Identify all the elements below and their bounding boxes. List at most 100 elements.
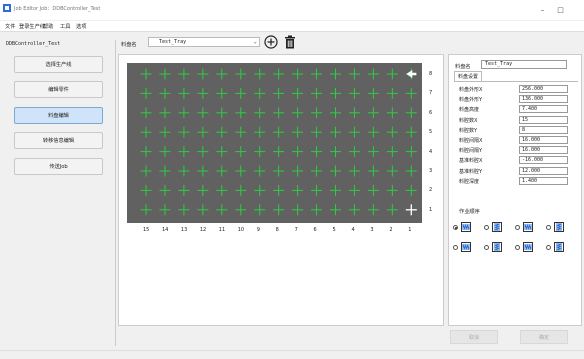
work-order-snake-row-icon[interactable] <box>554 222 564 232</box>
tray-cavity-marker <box>330 87 341 99</box>
tray-cavity-marker <box>330 184 341 196</box>
tray-cavity-marker <box>273 126 285 138</box>
tray-cavity-marker <box>140 87 152 99</box>
tray-column-label: 7 <box>294 227 298 233</box>
tray-cavity-marker <box>367 107 379 119</box>
param-value-field[interactable]: -16.000 <box>519 156 568 165</box>
tray-cavity-marker <box>159 146 171 158</box>
tray-cavity-marker <box>292 68 304 80</box>
menu-tools[interactable]: 工具 <box>60 23 70 30</box>
job-name: DDBController_Test <box>6 41 61 47</box>
tray-cavity-marker <box>235 87 247 99</box>
tray-cavity-marker <box>254 87 266 99</box>
tray-cavity-marker <box>216 87 228 99</box>
param-value-field[interactable]: 12.000 <box>519 166 568 175</box>
tray-canvas[interactable] <box>127 63 422 223</box>
tray-cavity-marker <box>178 87 190 99</box>
tray-cavity-marker <box>216 146 228 158</box>
menu-help[interactable]: 帮助 <box>43 23 53 30</box>
work-order-snake-col-alt-icon[interactable] <box>523 242 533 252</box>
work-order-zigzag-col-icon[interactable] <box>523 222 533 232</box>
work-order-radio[interactable] <box>484 245 489 250</box>
tray-column-label: 9 <box>256 227 260 233</box>
tray-cavity-marker <box>254 165 266 177</box>
nav-tray-edit-button[interactable]: 料盘编辑 <box>14 107 103 124</box>
tray-cavity-marker <box>330 146 341 158</box>
tray-cavity-marker <box>405 184 417 196</box>
param-value-field[interactable]: 16.000 <box>519 146 568 155</box>
confirm-button[interactable]: 确定 <box>520 330 568 344</box>
tray-cavity-marker <box>216 165 228 177</box>
tray-cavity-marker <box>159 126 171 138</box>
tray-cavity-marker <box>273 68 285 80</box>
tray-cavity-marker <box>386 204 398 216</box>
menu-login-line[interactable]: 登录生产线 <box>19 23 45 30</box>
tray-name-label: 料盘名 <box>121 42 137 48</box>
tray-cavity-marker <box>254 146 266 158</box>
param-label: 料腔间隔Y <box>459 148 483 155</box>
tray-cavity-marker <box>235 165 247 177</box>
tray-cavity-marker <box>254 126 266 138</box>
param-value-field[interactable]: 16.000 <box>519 136 568 144</box>
param-value-field[interactable]: 1.400 <box>519 176 568 185</box>
work-order-snake-col-icon[interactable] <box>461 222 471 232</box>
work-order-radio[interactable] <box>453 225 458 230</box>
tray-cavity-marker <box>367 87 379 99</box>
tray-column-label: 13 <box>180 227 188 233</box>
work-order-radio[interactable] <box>546 245 551 250</box>
tray-cavity-marker <box>235 68 247 80</box>
param-value-field[interactable]: 15 <box>519 115 568 124</box>
work-order-radio[interactable] <box>515 245 520 250</box>
minimize-button[interactable]: – <box>538 7 547 14</box>
work-order-radio[interactable] <box>484 225 489 230</box>
tray-cavity-marker <box>197 87 209 99</box>
tray-cavity-marker <box>367 146 379 158</box>
param-value-field[interactable]: 8 <box>519 125 568 134</box>
work-order-label: 作业顺序 <box>459 209 480 215</box>
tab-tray-settings[interactable]: 料盘设置 <box>454 71 482 81</box>
work-order-zigzag-row-alt-icon[interactable] <box>554 242 564 252</box>
maximize-button[interactable]: □ <box>556 7 565 14</box>
tray-cavity-marker <box>235 184 247 196</box>
tray-cavity-marker <box>330 204 341 216</box>
tray-select[interactable]: Test_Tray ⌄ <box>148 37 260 47</box>
work-order-zigzag-row-icon[interactable] <box>492 222 502 232</box>
tray-column-label: 1 <box>408 227 412 233</box>
tray-cavity-marker <box>197 107 209 119</box>
work-order-zigzag-row-up-icon[interactable] <box>492 242 502 252</box>
nav-edit-parts-button[interactable]: 编辑零件 <box>14 81 103 98</box>
add-circle-icon[interactable] <box>264 35 278 49</box>
cancel-button[interactable]: 取消 <box>450 330 498 344</box>
tray-name-field[interactable]: Test_Tray <box>481 60 567 69</box>
param-label: 料腔深度 <box>459 178 480 185</box>
param-label: 基准料腔X <box>459 158 483 165</box>
param-value-field[interactable]: 7.400 <box>519 105 568 114</box>
nav-send-job-button[interactable]: 传送Job <box>14 158 103 175</box>
menu-options[interactable]: 选项 <box>76 23 86 30</box>
tray-grid-svg <box>140 68 417 216</box>
tray-cavity-marker <box>254 204 266 216</box>
tray-cavity-marker <box>140 184 152 196</box>
nav-transfer-edit-button[interactable]: 转移信息编辑 <box>14 132 103 149</box>
param-value-field[interactable]: 136.000 <box>519 95 568 104</box>
param-value-field[interactable]: 256.000 <box>519 85 568 93</box>
nav-select-line-button[interactable]: 选择生产线 <box>14 56 103 73</box>
trash-icon[interactable] <box>284 35 296 49</box>
tray-column-label: 14 <box>161 227 169 233</box>
tray-column-label: 2 <box>389 227 393 233</box>
menu-file[interactable]: 文件 <box>5 23 15 30</box>
tray-row-label: 6 <box>429 109 433 116</box>
work-order-radio[interactable] <box>546 225 551 230</box>
tray-cavity-marker <box>386 165 398 177</box>
work-order-radio[interactable] <box>453 245 458 250</box>
tray-cavity-marker <box>348 107 360 119</box>
tray-cavity-marker <box>311 146 323 158</box>
window-title: Job Editor Job：DDBController_Test <box>14 6 101 12</box>
work-order-snake-col-up-icon[interactable] <box>461 242 471 252</box>
tray-cavity-marker <box>330 68 341 80</box>
tray-cavity-marker <box>348 68 360 80</box>
work-order-radio[interactable] <box>515 225 520 230</box>
tray-cavity-marker <box>216 107 228 119</box>
tray-column-label: 6 <box>313 227 317 233</box>
param-label: 料盘高度 <box>459 107 480 114</box>
